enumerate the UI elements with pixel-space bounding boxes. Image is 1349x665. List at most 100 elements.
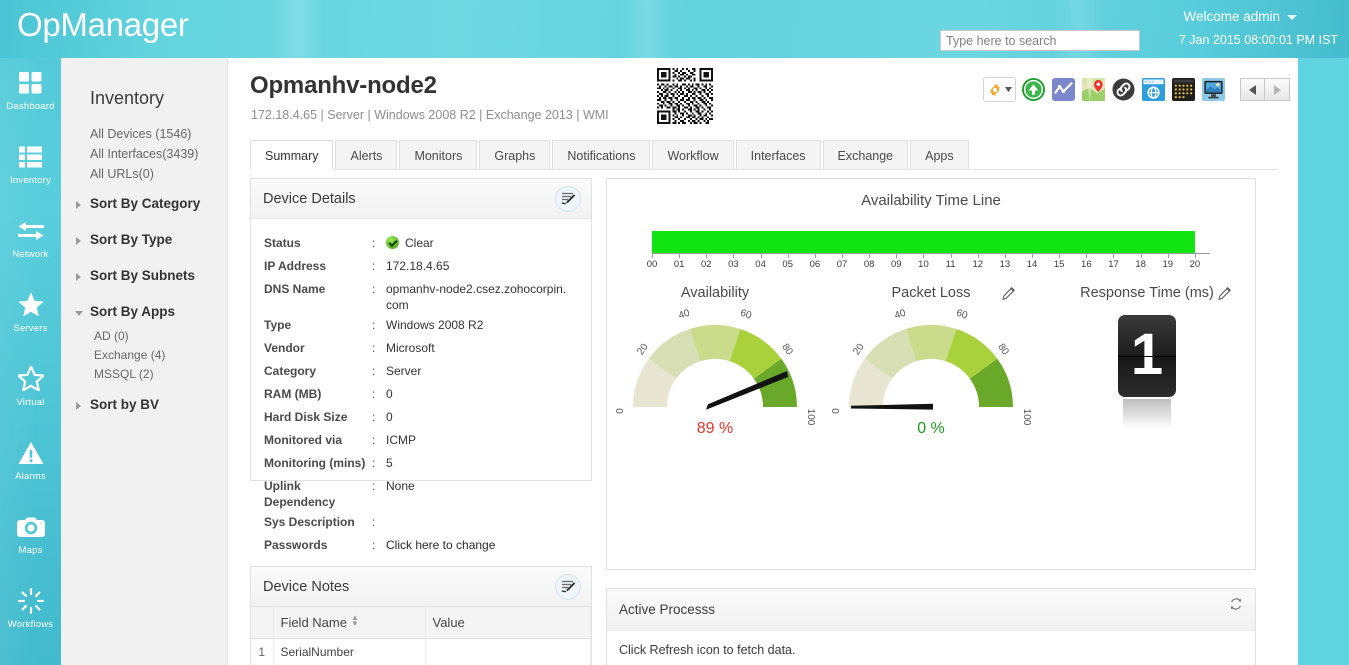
svg-text:80: 80 (779, 342, 795, 358)
device-details-panel: Device Details Status : Clear IP Address… (250, 178, 592, 481)
tab-monitors[interactable]: Monitors (399, 140, 477, 170)
rail-item-workflows[interactable]: Workflows (0, 576, 61, 650)
detail-colon: : (372, 512, 386, 530)
app-logo[interactable]: OpManager (17, 6, 189, 44)
chart-icon[interactable] (1051, 77, 1076, 102)
timeline-tick (1113, 254, 1114, 258)
rail-item-servers[interactable]: Servers (0, 280, 61, 354)
tab-alerts[interactable]: Alerts (335, 140, 397, 170)
svg-text:100: 100 (805, 409, 815, 425)
change-password-link[interactable]: Click here to change (386, 535, 495, 553)
timeline-tick-label: 03 (728, 259, 739, 270)
inventory-group-sort-by-apps[interactable]: Sort By Apps (61, 295, 227, 326)
main-content: Opmanhv-node2 172.18.4.65 | Server | Win… (228, 58, 1298, 665)
device-tabs: Summary Alerts Monitors Graphs Notificat… (250, 140, 971, 170)
monitor-icon[interactable] (1201, 77, 1226, 102)
column-field-name[interactable]: Field Name▲▼ (273, 607, 425, 639)
inventory-sub-exchange[interactable]: Exchange (4) (61, 345, 227, 364)
inventory-group-sort-by-bv[interactable]: Sort by BV (61, 388, 227, 419)
rail-item-network[interactable]: Network (0, 206, 61, 280)
timeline-tick-label: 16 (1081, 259, 1092, 270)
edit-packet-loss-icon[interactable] (1002, 287, 1015, 305)
next-device-button[interactable] (1265, 78, 1290, 101)
tab-exchange[interactable]: Exchange (823, 140, 909, 170)
active-process-header: Active Processs (607, 589, 1255, 631)
rail-item-virtual[interactable]: Virtual (0, 354, 61, 428)
search-input[interactable] (940, 30, 1140, 51)
table-row[interactable]: 1 SerialNumber (251, 639, 591, 665)
timeline-tick (923, 254, 924, 258)
welcome-user-menu[interactable]: Welcome admin (1183, 9, 1297, 24)
arrows-icon (17, 217, 45, 244)
rail-label: Servers (13, 323, 47, 334)
timeline-tick (1086, 254, 1087, 258)
timeline-tick-label: 05 (782, 259, 793, 270)
detail-value: 0 (386, 407, 393, 425)
timeline-tick-label: 17 (1108, 259, 1119, 270)
inventory-links: All Devices (1546) All Interfaces(3439) … (61, 122, 227, 182)
availability-timeline-title: Availability Time Line (607, 179, 1255, 209)
inventory-group-sort-by-category[interactable]: Sort By Category (61, 187, 227, 218)
availability-timeline-chart: 0001020304050607080910111213141516171819… (652, 231, 1210, 275)
inventory-group-sort-by-subnets[interactable]: Sort By Subnets (61, 259, 227, 290)
timeline-tick-label: 18 (1135, 259, 1146, 270)
calendar-grid-icon[interactable] (1171, 77, 1196, 102)
rail-item-inventory[interactable]: Inventory (0, 132, 61, 206)
edit-response-time-icon[interactable] (1218, 287, 1231, 305)
detail-key: Monitored via (264, 430, 372, 448)
timeline-tick (761, 254, 762, 258)
timeline-tick-label: 13 (1000, 259, 1011, 270)
inventory-link-all-devices[interactable]: All Devices (1546) (61, 122, 227, 142)
packet-loss-gauge: 0 20 40 60 80 100 (831, 303, 1031, 425)
timeline-tick (788, 254, 789, 258)
rail-item-alarms[interactable]: Alarms (0, 428, 61, 502)
rail-item-maps[interactable]: Maps (0, 502, 61, 576)
inventory-apps-children: AD (0) Exchange (4) MSSQL (2) (61, 326, 227, 383)
timeline-tick (1195, 254, 1196, 258)
grid-icon (19, 69, 42, 96)
tab-apps[interactable]: Apps (910, 140, 969, 170)
inventory-link-all-interfaces[interactable]: All Interfaces(3439) (61, 142, 227, 162)
prev-device-button[interactable] (1240, 78, 1265, 101)
rail-label: Workflows (8, 619, 53, 630)
detail-value: None (386, 476, 415, 494)
inventory-link-all-urls[interactable]: All URLs(0) (61, 162, 227, 182)
inventory-sub-ad[interactable]: AD (0) (61, 326, 227, 345)
inventory-sub-mssql[interactable]: MSSQL (2) (61, 364, 227, 383)
tab-summary[interactable]: Summary (250, 140, 333, 170)
active-process-message: Click Refresh icon to fetch data. (607, 631, 1255, 665)
device-details-list: Status : Clear IP Address : 172.18.4.65 … (251, 219, 591, 556)
inventory-group-sort-by-type[interactable]: Sort By Type (61, 223, 227, 254)
tab-workflow[interactable]: Workflow (652, 140, 733, 170)
rail-label: Alarms (15, 471, 46, 482)
refresh-icon[interactable] (1229, 597, 1243, 614)
edit-device-notes-icon[interactable] (555, 574, 581, 600)
detail-row-type: Type : Windows 2008 R2 (264, 315, 591, 336)
globe-window-icon[interactable] (1141, 77, 1166, 102)
timeline-tick (842, 254, 843, 258)
timeline-tick (869, 254, 870, 258)
tab-graphs[interactable]: Graphs (479, 140, 550, 170)
edit-device-details-icon[interactable] (555, 186, 581, 212)
detail-row-category: Category : Server (264, 361, 591, 382)
timeline-tick-label: 01 (674, 259, 685, 270)
timeline-tick-label: 14 (1027, 259, 1038, 270)
timeline-tick-label: 15 (1054, 259, 1065, 270)
table-header-row: Field Name▲▼ Value (251, 607, 591, 639)
warning-triangle-icon (18, 439, 44, 466)
tab-interfaces[interactable]: Interfaces (736, 140, 821, 170)
detail-row-vendor: Vendor : Microsoft (264, 338, 591, 359)
detail-key: Monitoring (mins) (264, 453, 372, 471)
row-field-name: SerialNumber (273, 639, 425, 665)
inventory-group-label: Sort By Type (90, 232, 172, 247)
detail-row-passwords: Passwords : Click here to change (264, 535, 591, 556)
inventory-group-label: Sort by BV (90, 397, 159, 412)
row-index: 1 (251, 639, 273, 665)
settings-gear-icon[interactable] (983, 77, 1016, 102)
rail-item-dashboard[interactable]: Dashboard (0, 58, 61, 132)
detail-key: Sys Description (264, 512, 372, 530)
green-uparrow-icon[interactable] (1021, 77, 1046, 102)
map-pin-icon[interactable] (1081, 77, 1106, 102)
tab-notifications[interactable]: Notifications (552, 140, 650, 170)
link-icon[interactable] (1111, 77, 1136, 102)
